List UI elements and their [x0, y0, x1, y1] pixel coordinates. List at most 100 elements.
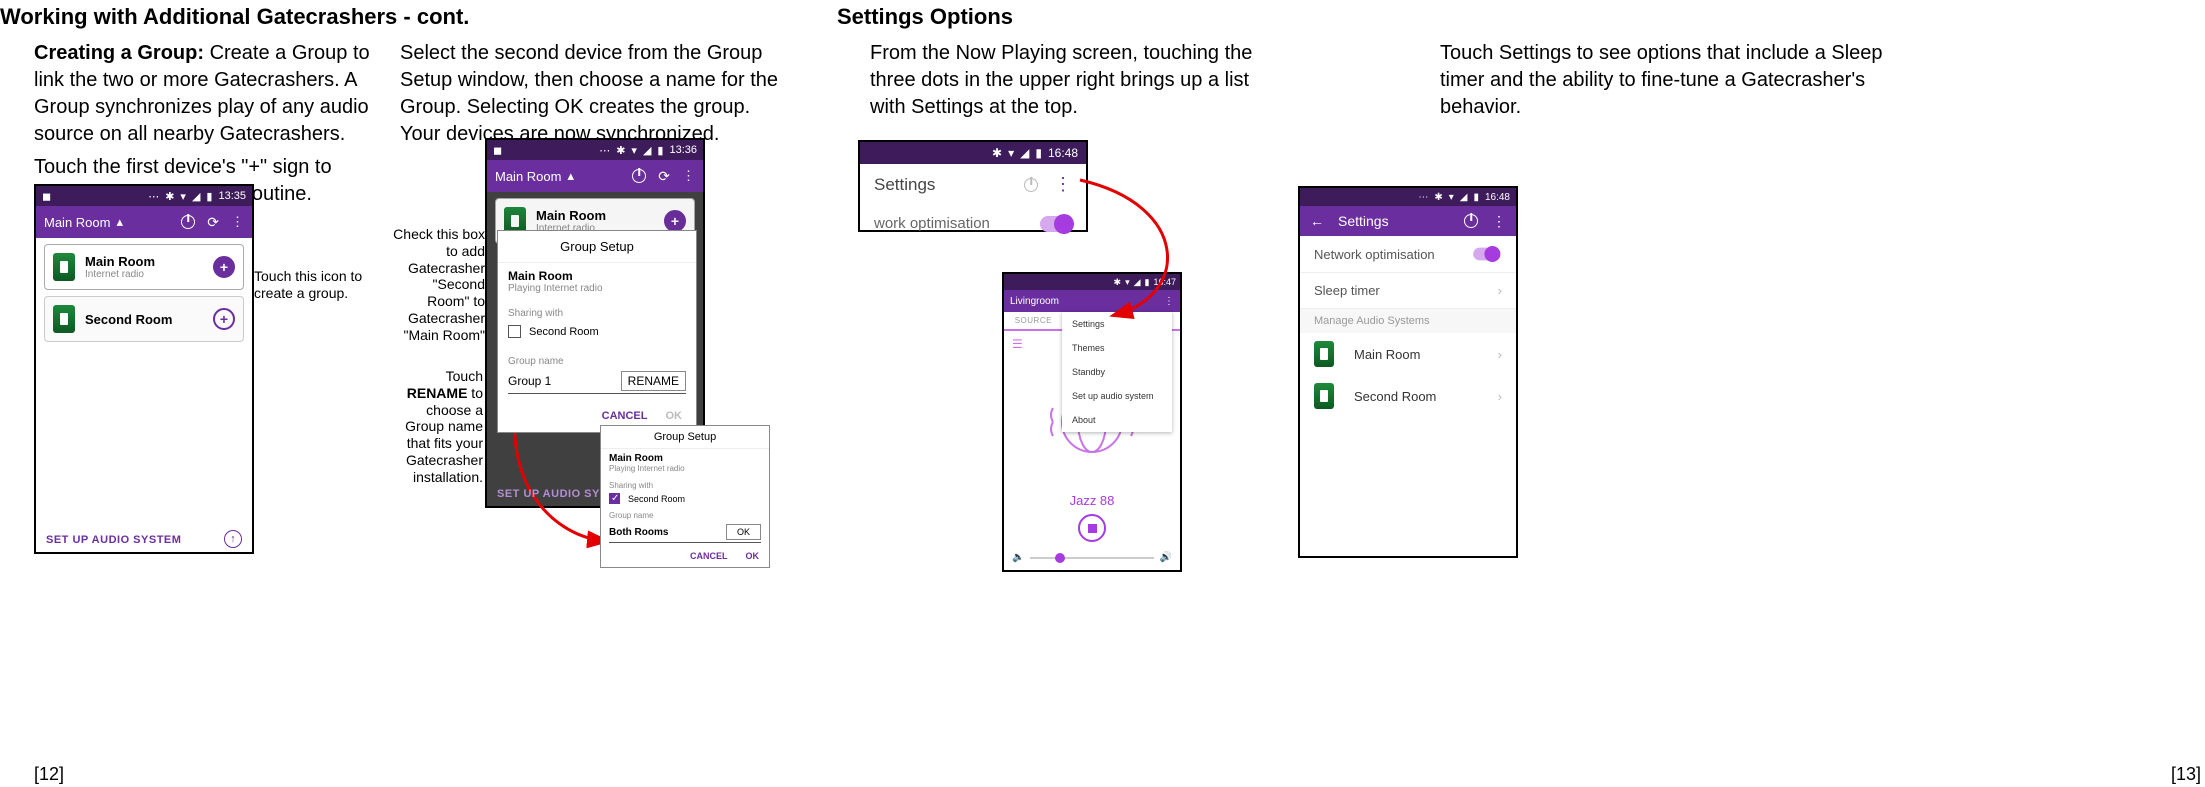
chevron-right-icon: ›	[1498, 283, 1502, 298]
menu-standby[interactable]: Standby	[1062, 360, 1172, 384]
phone4-room: Livingroom	[1010, 296, 1059, 307]
checkbox-checked-icon[interactable]	[609, 493, 620, 504]
phone3-netopt-row[interactable]: work optimisation	[860, 205, 1086, 242]
netopt-row[interactable]: Network optimisation	[1300, 236, 1516, 273]
phone3-settings-label: Settings	[874, 175, 935, 195]
phone2-statusbar: ◼ ⋯ ✱ ▾ ◢ ▮ 13:36	[487, 140, 703, 160]
audio-main-room[interactable]: Main Room ›	[1300, 333, 1516, 375]
phone1-dev1-sub: Internet radio	[85, 269, 155, 280]
menu-settings[interactable]: Settings	[1062, 312, 1172, 336]
setup-audio-link[interactable]: SET UP AUDIO SYSTEM	[46, 534, 181, 546]
wifi-icon: ▾	[1125, 277, 1130, 288]
overflow-icon[interactable]: ⋮	[1054, 174, 1072, 195]
more-icon: ⋯	[599, 144, 610, 157]
dialog-groupname-input[interactable]: Group 1 RENAME	[508, 371, 686, 394]
room1-label: Main Room	[1354, 347, 1420, 362]
signal-icon: ◢	[1460, 192, 1468, 203]
overflow-icon[interactable]: ⋮	[682, 168, 695, 184]
volume-slider[interactable]	[1030, 557, 1153, 559]
sleep-timer-row[interactable]: Sleep timer ›	[1300, 273, 1516, 309]
back-icon[interactable]: ←	[1310, 213, 1324, 229]
phone1-device-second[interactable]: Second Room +	[44, 296, 244, 342]
overflow-menu: Settings Themes Standby Set up audio sys…	[1062, 312, 1172, 432]
dialog-second-room: Second Room	[529, 326, 599, 338]
dialog-second-room-checkbox[interactable]: Second Room	[508, 325, 686, 338]
col1-text: Creating a Group: Create a Group to link…	[34, 40, 374, 208]
add-group-icon[interactable]: +	[213, 308, 235, 330]
rename-button[interactable]: RENAME	[621, 371, 686, 391]
volume-max-icon: 🔊	[1160, 552, 1172, 563]
toggle-on-icon[interactable]	[1473, 248, 1499, 261]
checkbox-icon[interactable]	[508, 325, 521, 338]
callout-rename-prefix: Touch	[446, 368, 483, 384]
col3-text: From the Now Playing screen, touching th…	[870, 40, 1280, 121]
refresh-icon[interactable]: ⟳	[658, 168, 670, 185]
phone1-room-header: Main Room	[44, 215, 110, 230]
callout-create-group: Touch this icon to create a group.	[254, 268, 374, 302]
callout-checkbox: Check this box to add Gatecrasher "Secon…	[390, 226, 485, 344]
ok-button-disabled: OK	[666, 410, 683, 422]
overflow-icon[interactable]: ⋮	[1164, 296, 1174, 307]
room2-label: Second Room	[1354, 389, 1436, 404]
power-icon[interactable]	[632, 169, 646, 183]
ok-button[interactable]: OK	[746, 551, 760, 561]
section-heading-left: Working with Additional Gatecrashers - c…	[0, 4, 469, 30]
group-setup-dialog-2: Group Setup Main Room Playing Internet r…	[600, 425, 770, 568]
bluetooth-icon: ✱	[616, 144, 625, 157]
stop-button[interactable]	[1078, 514, 1106, 542]
overflow-icon[interactable]: ⋮	[231, 214, 244, 230]
power-icon[interactable]	[1024, 178, 1038, 192]
ok-small-button[interactable]: OK	[726, 524, 761, 540]
dialog2-playing: Playing Internet radio	[609, 464, 761, 473]
notification-icon: ◼	[493, 144, 502, 157]
dialog2-groupname-input[interactable]: Both Rooms OK	[609, 524, 761, 543]
bluetooth-icon: ✱	[1434, 192, 1442, 203]
audio-second-room[interactable]: Second Room ›	[1300, 375, 1516, 417]
device-thumb-icon	[1314, 341, 1334, 367]
phone4-statusbar: ✱ ▾ ◢ ▮ 16:47	[1004, 274, 1180, 290]
wifi-icon: ▾	[1449, 192, 1454, 203]
add-group-icon[interactable]: +	[213, 256, 235, 278]
menu-setup[interactable]: Set up audio system	[1062, 384, 1172, 408]
signal-icon: ◢	[192, 190, 200, 203]
cancel-button[interactable]: CANCEL	[690, 551, 728, 561]
phone5-appbar: ← Settings ⋮	[1300, 206, 1516, 236]
battery-icon: ▮	[206, 190, 212, 203]
phone3-netopt-label: work optimisation	[874, 215, 990, 232]
phone3: ✱ ▾ ◢ ▮ 16:48 Settings ⋮ work optimisati…	[858, 140, 1088, 232]
phone1-statusbar: ◼ ⋯ ✱ ▾ ◢ ▮ 13:35	[36, 186, 252, 206]
dialog-sharing-label: Sharing with	[508, 308, 686, 319]
dialog2-second-room-checkbox[interactable]: Second Room	[609, 493, 761, 504]
bluetooth-icon: ✱	[165, 190, 174, 203]
chevron-right-icon: ›	[1498, 347, 1502, 362]
battery-icon: ▮	[1145, 277, 1150, 288]
toggle-on-icon[interactable]	[1040, 216, 1072, 232]
col4-para: Touch Settings to see options that inclu…	[1440, 40, 1920, 121]
menu-about[interactable]: About	[1062, 408, 1172, 432]
add-group-icon[interactable]: +	[664, 210, 686, 232]
dialog2-groupname-label: Group name	[609, 511, 761, 520]
power-icon[interactable]	[181, 215, 195, 229]
notification-icon: ◼	[42, 190, 51, 203]
sleep-label: Sleep timer	[1314, 283, 1380, 298]
overflow-icon[interactable]: ⋮	[1492, 213, 1506, 230]
refresh-icon[interactable]: ⟳	[207, 214, 219, 231]
signal-icon: ◢	[643, 144, 651, 157]
phone1-device-main[interactable]: Main Room Internet radio +	[44, 244, 244, 290]
power-icon[interactable]	[1464, 214, 1478, 228]
dialog-title: Group Setup	[498, 231, 696, 263]
wifi-icon: ▾	[631, 144, 637, 157]
menu-themes[interactable]: Themes	[1062, 336, 1172, 360]
dialog-room: Main Room	[508, 269, 686, 283]
now-playing-title: Jazz 88	[1004, 493, 1180, 508]
phone5: ⋯ ✱ ▾ ◢ ▮ 16:48 ← Settings ⋮ Network opt…	[1298, 186, 1518, 558]
battery-icon: ▮	[1473, 192, 1479, 203]
cancel-button[interactable]: CANCEL	[602, 410, 648, 422]
tab-source[interactable]: SOURCE	[1004, 312, 1063, 329]
caret-up-icon: ▴	[567, 168, 574, 184]
phone4-time: 16:47	[1153, 277, 1176, 287]
device-thumb-icon	[53, 305, 75, 333]
setup-circle-icon[interactable]: ↑	[224, 530, 242, 548]
phone5-time: 16:48	[1485, 192, 1510, 203]
phone1: ◼ ⋯ ✱ ▾ ◢ ▮ 13:35 Main Room▴ ⟳ ⋮ Main Ro…	[34, 184, 254, 554]
